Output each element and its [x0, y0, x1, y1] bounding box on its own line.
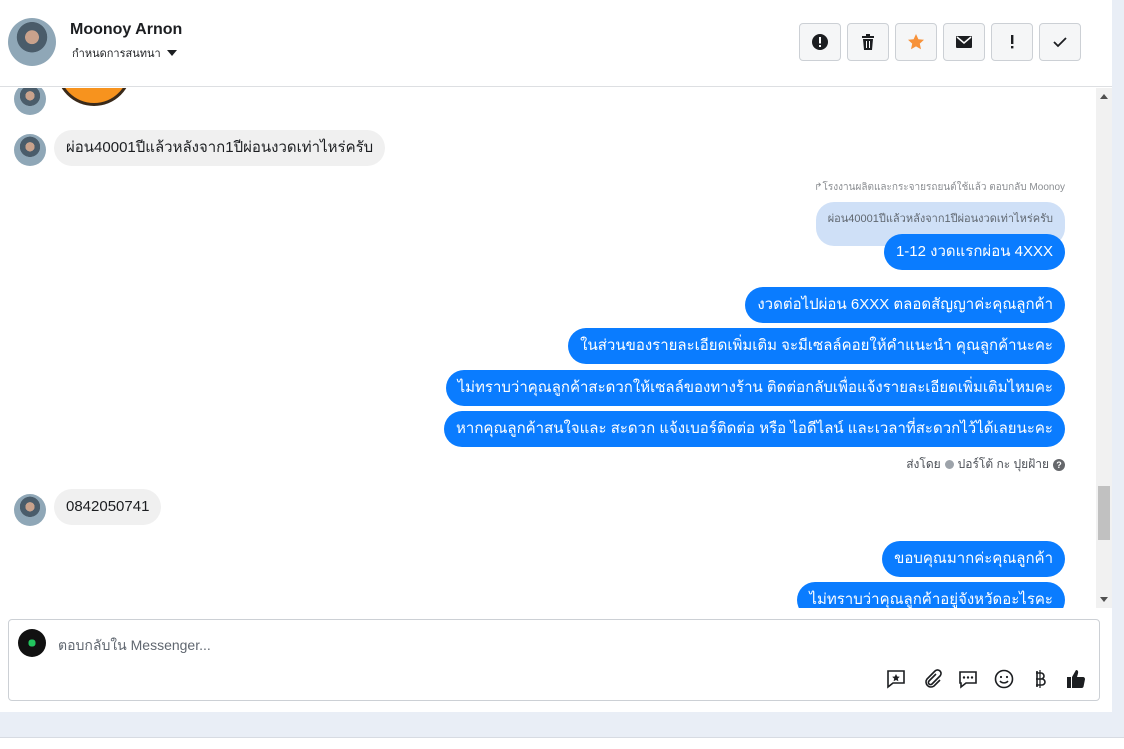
schedule-label: กำหนดการสนทนา — [72, 48, 161, 60]
outgoing-message[interactable]: ไม่ทราบว่าคุณลูกค้าสะดวกให้เซลล์ของทางร้… — [445, 370, 1065, 406]
outgoing-message[interactable]: หากคุณลูกค้าสนใจและ สะดวก แจ้งเบอร์ติดต่… — [444, 411, 1065, 447]
outgoing-message[interactable]: 1-12 งวดแรกผ่อน 4XXX — [883, 234, 1065, 270]
scroll-up-icon[interactable] — [1100, 94, 1108, 99]
header-toolbar — [799, 23, 1081, 61]
star-icon — [908, 34, 924, 50]
saved-reply-icon[interactable] — [885, 668, 907, 690]
outgoing-message[interactable]: ขอบคุณมากค่ะคุณลูกค้า — [882, 541, 1065, 577]
follow-up-button[interactable] — [991, 23, 1033, 61]
outgoing-message[interactable]: งวดต่อไปผ่อน 6XXX ตลอดสัญญาค่ะคุณลูกค้า — [745, 287, 1065, 323]
conversation-schedule[interactable]: กำหนดการสนทนา — [72, 44, 177, 62]
check-icon — [1053, 37, 1067, 48]
sender-avatar — [14, 134, 46, 166]
sticker-image — [56, 88, 132, 106]
thread-scrollbar[interactable] — [1096, 88, 1112, 608]
reply-input[interactable]: ตอบกลับใน Messenger... — [58, 635, 211, 657]
scroll-down-icon[interactable] — [1100, 597, 1108, 602]
exclamation-icon — [1011, 35, 1014, 49]
help-icon[interactable]: ? — [1053, 458, 1065, 471]
sent-by-prefix: ส่งโดย — [906, 457, 941, 471]
conversation-panel: Moonoy Arnon กำหนดการสนทนา ผ่อน40001ปีแล… — [0, 0, 1112, 712]
reply-note: ↱โรงงานผลิตและกระจายรถยนต์ใช้แล้ว ตอบกลั… — [814, 182, 1066, 193]
sent-by-name[interactable]: ปอร์โต้ กะ ปุยฝ้าย — [958, 455, 1049, 474]
contact-avatar[interactable] — [8, 18, 56, 66]
sent-by-line: ส่งโดย ปอร์โต้ กะ ปุยฝ้าย ? — [906, 455, 1065, 474]
emoji-icon[interactable] — [993, 668, 1015, 690]
baht-icon[interactable] — [1029, 668, 1051, 690]
scroll-thumb[interactable] — [1098, 486, 1110, 540]
incoming-message[interactable]: 0842050741 — [54, 489, 162, 525]
spam-alert-button[interactable] — [799, 23, 841, 61]
contact-name[interactable]: Moonoy Arnon — [70, 21, 182, 39]
verified-icon — [944, 460, 954, 469]
star-button[interactable] — [895, 23, 937, 61]
conversation-header: Moonoy Arnon กำหนดการสนทนา — [0, 0, 1112, 87]
spam-alert-icon — [812, 34, 828, 50]
composer-toolbar — [885, 668, 1087, 690]
outgoing-message[interactable]: ไม่ทราบว่าคุณลูกค้าอยู่จังหวัดอะไรคะ — [797, 582, 1065, 608]
attachment-icon[interactable] — [921, 668, 943, 690]
sender-avatar — [14, 494, 46, 526]
message-thread[interactable]: ผ่อน40001ปีแล้วหลังจาก1ปีผ่อนงวดเท่าไหร่… — [0, 88, 1096, 608]
delete-button[interactable] — [847, 23, 889, 61]
chevron-down-icon — [166, 50, 177, 56]
outgoing-message[interactable]: ในส่วนของรายละเอียดเพิ่มเติม จะมีเซลล์คอ… — [568, 328, 1065, 364]
envelope-icon — [956, 36, 972, 48]
incoming-message[interactable]: ผ่อน40001ปีแล้วหลังจาก1ปีผ่อนงวดเท่าไหร่… — [54, 130, 386, 166]
page-footer-strip — [0, 737, 1124, 749]
mark-done-button[interactable] — [1039, 23, 1081, 61]
sender-avatar — [14, 88, 46, 115]
chat-bubble-icon[interactable] — [957, 668, 979, 690]
reply-note-text: โรงงานผลิตและกระจายรถยนต์ใช้แล้ว ตอบกลับ… — [822, 182, 1066, 193]
thumbs-up-icon[interactable] — [1065, 668, 1087, 690]
mark-unread-button[interactable] — [943, 23, 985, 61]
page-avatar — [18, 629, 46, 657]
trash-icon — [862, 34, 874, 50]
reply-composer[interactable]: ตอบกลับใน Messenger... — [8, 619, 1100, 701]
